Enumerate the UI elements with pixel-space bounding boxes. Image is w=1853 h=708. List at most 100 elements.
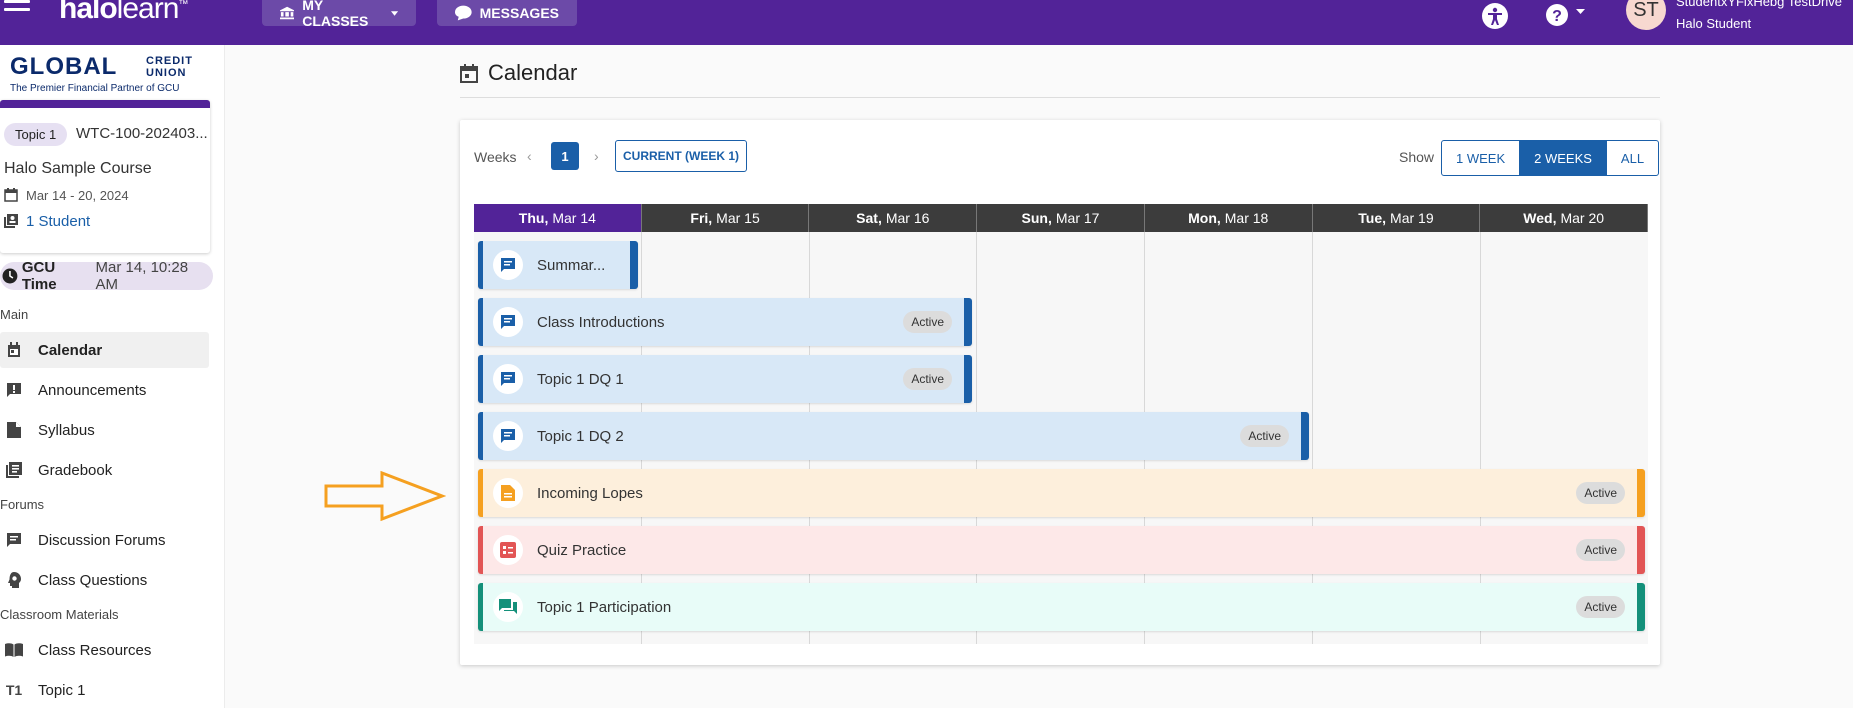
- status-badge: Active: [1240, 425, 1289, 447]
- calendar-card: Weeks ‹ 1 › CURRENT (WEEK 1) Show 1 WEEK…: [460, 120, 1660, 665]
- status-badge: Active: [1576, 482, 1625, 504]
- range-all-button[interactable]: ALL: [1607, 141, 1658, 175]
- day-header-sat: Sat, Mar 16: [809, 204, 978, 232]
- announcement-icon: [4, 380, 24, 400]
- course-code: WTC-100-202403...: [76, 125, 208, 142]
- event-title: Class Introductions: [537, 313, 665, 331]
- chevron-down-icon: [390, 10, 398, 16]
- course-card[interactable]: Topic 1 WTC-100-202403... Halo Sample Co…: [0, 100, 210, 253]
- gcu-time-value: Mar 14, 10:28 AM: [95, 259, 189, 293]
- calendar-icon: [460, 63, 478, 83]
- current-week-button[interactable]: CURRENT (WEEK 1): [615, 140, 747, 172]
- sidebar-item-class-resources[interactable]: Class Resources: [0, 632, 209, 668]
- day-header-tue: Tue, Mar 19: [1312, 204, 1481, 232]
- calendar-grid: Thu, Mar 14 Fri, Mar 15 Sat, Mar 16 Sun, Mar…: [474, 204, 1649, 644]
- discussion-icon: [493, 250, 523, 280]
- weeks-label: Weeks: [474, 149, 517, 165]
- nav-section-forums: Forums: [0, 497, 45, 512]
- prev-week-chevron-icon[interactable]: ‹: [527, 148, 532, 164]
- forum-icon: [4, 530, 24, 550]
- annotation-arrow-icon: [324, 470, 446, 522]
- user-name: StudentxYFixHebg TestDrive: [1676, 0, 1842, 9]
- sidebar-item-topic-1[interactable]: T1 Topic 1: [0, 672, 209, 708]
- top-bar: halolearn™ MY CLASSES MESSAGES ? ST Stud…: [0, 0, 1853, 45]
- calendar-icon: [4, 340, 24, 360]
- calendar-small-icon: [4, 188, 18, 202]
- gcu-time-label: GCU Time: [21, 259, 57, 293]
- event-title: Summar...: [537, 256, 606, 274]
- range-2-weeks-button[interactable]: 2 WEEKS: [1520, 141, 1607, 175]
- course-students-link[interactable]: 1 Student: [26, 213, 90, 230]
- my-classes-button[interactable]: MY CLASSES: [262, 0, 416, 29]
- event-quiz-practice[interactable]: Quiz Practice Active: [478, 526, 1645, 574]
- document-icon: [4, 420, 24, 440]
- event-summary[interactable]: Summar...: [478, 241, 638, 289]
- calendar-grid-body: Summar... Class Introductions Active Top…: [474, 232, 1648, 644]
- avatar[interactable]: ST: [1626, 0, 1666, 30]
- status-badge: Active: [1576, 539, 1625, 561]
- event-incoming-lopes[interactable]: Incoming Lopes Active: [478, 469, 1645, 517]
- halo-learn-logo[interactable]: halolearn™: [59, 0, 188, 26]
- sidebar-item-class-questions[interactable]: Class Questions: [0, 562, 209, 598]
- institution-icon: [280, 6, 295, 20]
- event-class-introductions[interactable]: Class Introductions Active: [478, 298, 972, 346]
- sidebar-item-discussion-forums[interactable]: Discussion Forums: [0, 522, 209, 558]
- day-header-wed: Wed, Mar 20: [1480, 204, 1649, 232]
- nav-section-classroom-materials: Classroom Materials: [0, 607, 119, 622]
- topic-pill[interactable]: Topic 1: [4, 123, 68, 146]
- event-title: Quiz Practice: [537, 541, 627, 559]
- status-badge: Active: [903, 368, 952, 390]
- help-chevron-icon[interactable]: [1576, 9, 1585, 14]
- discussion-icon: [493, 421, 523, 451]
- event-topic-1-participation[interactable]: Topic 1 Participation Active: [478, 583, 1645, 631]
- chat-bubble-icon: [455, 5, 472, 21]
- show-label: Show: [1399, 149, 1435, 165]
- event-topic-1-dq-1[interactable]: Topic 1 DQ 1 Active: [478, 355, 972, 403]
- event-title: Topic 1 DQ 2: [537, 427, 624, 445]
- book-icon: [4, 640, 24, 660]
- course-dates: Mar 14 - 20, 2024: [26, 188, 129, 203]
- day-header-mon: Mon, Mar 18: [1144, 204, 1313, 232]
- gcu-time-chip: GCU Time Mar 14, 10:28 AM: [0, 259, 213, 293]
- help-icon[interactable]: ?: [1543, 2, 1571, 30]
- day-headers: Thu, Mar 14 Fri, Mar 15 Sat, Mar 16 Sun, Mar…: [474, 204, 1649, 232]
- event-topic-1-dq-2[interactable]: Topic 1 DQ 2 Active: [478, 412, 1309, 460]
- svg-text:?: ?: [1552, 8, 1562, 25]
- participation-chat-icon: [493, 592, 523, 622]
- range-toggle-group: 1 WEEK 2 WEEKS ALL: [1441, 140, 1660, 176]
- question-head-icon: [4, 570, 24, 590]
- day-header-sun: Sun, Mar 17: [977, 204, 1145, 232]
- event-title: Topic 1 DQ 1: [537, 370, 624, 388]
- accessibility-icon[interactable]: [1481, 2, 1509, 30]
- hamburger-menu-icon[interactable]: [4, 0, 30, 20]
- discussion-icon: [493, 364, 523, 394]
- sidebar-item-announcements[interactable]: Announcements: [0, 372, 209, 408]
- quiz-icon: [493, 535, 523, 565]
- clock-icon: [2, 268, 18, 284]
- gcu-credit-union-logo: GLOBAL CREDIT UNION The Premier Financia…: [10, 53, 193, 94]
- messages-button[interactable]: MESSAGES: [437, 0, 577, 26]
- week-number-button[interactable]: 1: [551, 142, 579, 170]
- next-week-chevron-icon[interactable]: ›: [594, 148, 599, 164]
- status-badge: Active: [1576, 596, 1625, 618]
- sidebar-item-calendar[interactable]: Calendar: [0, 332, 209, 368]
- event-title: Topic 1 Participation: [537, 598, 672, 616]
- students-icon: [4, 214, 18, 228]
- day-header-fri: Fri, Mar 15: [641, 204, 810, 232]
- sidebar-item-syllabus[interactable]: Syllabus: [0, 412, 209, 448]
- gradebook-icon: [4, 460, 24, 480]
- range-1-week-button[interactable]: 1 WEEK: [1442, 141, 1521, 175]
- course-name: Halo Sample Course: [4, 160, 152, 177]
- event-title: Incoming Lopes: [537, 484, 643, 502]
- sidebar-item-gradebook[interactable]: Gradebook: [0, 452, 209, 488]
- page-title: Calendar: [460, 60, 577, 86]
- user-role: Halo Student: [1676, 16, 1752, 31]
- day-header-thu: Thu, Mar 14: [474, 204, 642, 232]
- title-divider: [460, 97, 1660, 98]
- sidebar: GLOBAL CREDIT UNION The Premier Financia…: [0, 45, 225, 708]
- discussion-icon: [493, 307, 523, 337]
- status-badge: Active: [903, 311, 952, 333]
- topic-prefix: T1: [5, 682, 23, 698]
- document-icon: [493, 478, 523, 508]
- nav-section-main: Main: [0, 307, 29, 322]
